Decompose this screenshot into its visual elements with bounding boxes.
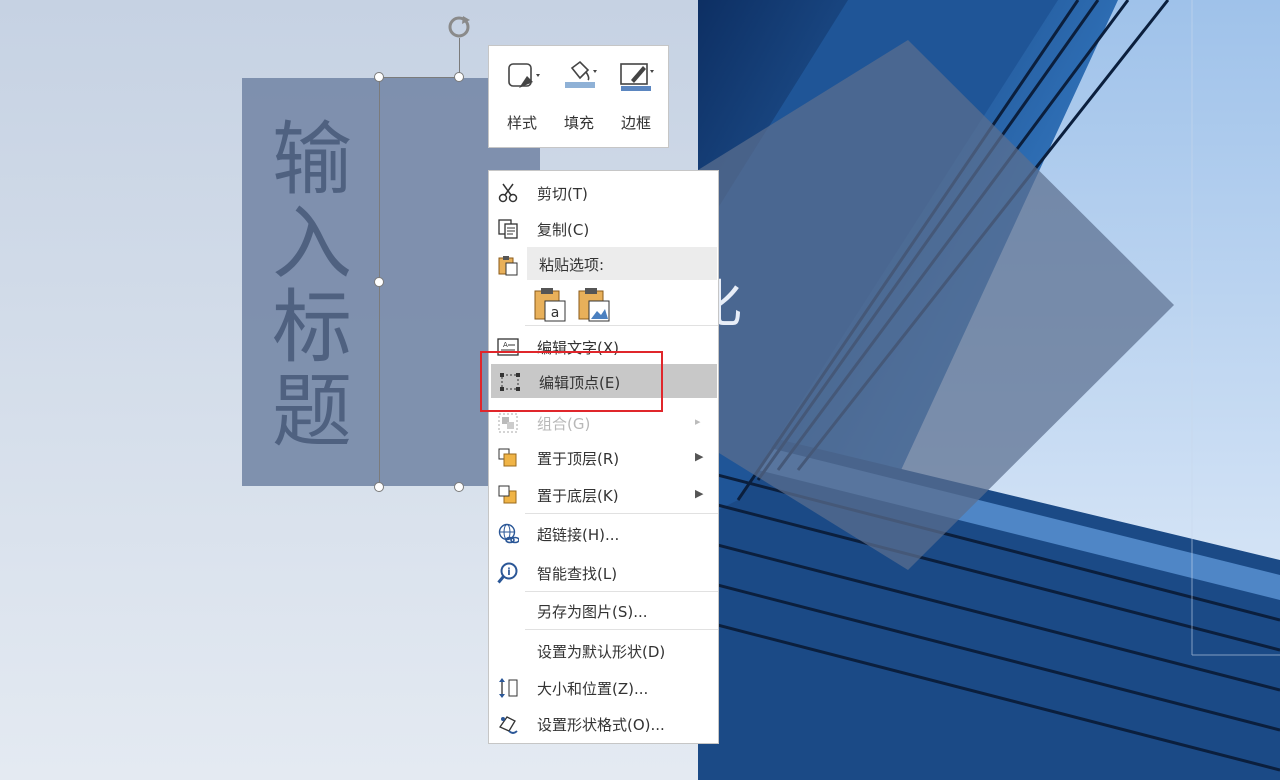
svg-text:a: a bbox=[551, 305, 560, 321]
menu-item-size-and-position[interactable]: 大小和位置(Z)... bbox=[489, 670, 718, 704]
menu-item-cut-label: 剪切(T) bbox=[537, 185, 588, 203]
resize-handle-top-left[interactable] bbox=[374, 72, 384, 82]
hyperlink-globe-icon bbox=[498, 523, 519, 544]
scissors-icon bbox=[498, 183, 518, 203]
menu-separator bbox=[525, 629, 718, 630]
group-icon bbox=[498, 413, 518, 433]
menu-item-group-label: 组合(G) bbox=[537, 415, 591, 433]
menu-item-save-as-picture-label: 另存为图片(S)... bbox=[537, 603, 648, 621]
menu-item-size-and-position-label: 大小和位置(Z)... bbox=[537, 680, 649, 698]
send-to-back-icon bbox=[498, 485, 517, 504]
menu-item-copy[interactable]: 复制(C) bbox=[489, 211, 718, 245]
style-button[interactable]: 样式 bbox=[497, 54, 547, 140]
size-and-position-icon bbox=[499, 678, 518, 698]
submenu-arrow-icon: ▶ bbox=[695, 450, 704, 463]
building-photo-graphic bbox=[698, 0, 1280, 780]
fill-button-label: 填充 bbox=[563, 114, 594, 132]
format-shape-icon bbox=[499, 716, 518, 734]
rotate-handle-icon[interactable] bbox=[446, 14, 472, 40]
resize-handle-middle-left[interactable] bbox=[374, 277, 384, 287]
menu-item-cut[interactable]: 剪切(T) bbox=[489, 175, 718, 209]
menu-item-smart-lookup-label: 智能查找(L) bbox=[537, 565, 618, 583]
resize-handle-bottom-right[interactable] bbox=[454, 482, 464, 492]
menu-item-send-to-back[interactable]: 置于底层(K) ▶ bbox=[489, 477, 718, 511]
menu-item-save-as-picture[interactable]: 另存为图片(S)... bbox=[489, 593, 718, 627]
menu-item-format-shape[interactable]: 设置形状格式(O)... bbox=[489, 706, 718, 740]
menu-item-send-to-back-label: 置于底层(K) bbox=[537, 487, 619, 505]
menu-separator bbox=[525, 513, 718, 514]
menu-item-set-default-shape-label: 设置为默认形状(D) bbox=[537, 643, 666, 661]
resize-handle-bottom-left[interactable] bbox=[374, 482, 384, 492]
context-menu: 剪切(T) 复制(C) 粘贴选项: a A 编辑文字(X) 编辑顶点(E) 组合… bbox=[488, 170, 719, 744]
submenu-arrow-icon: ▶ bbox=[695, 487, 704, 500]
fill-button[interactable]: 填充 bbox=[554, 54, 604, 140]
submenu-arrow-icon: ▸ bbox=[695, 415, 701, 428]
selection-border-top bbox=[379, 77, 461, 78]
resize-handle-top-right[interactable] bbox=[454, 72, 464, 82]
menu-item-bring-to-front[interactable]: 置于顶层(R) ▶ bbox=[489, 440, 718, 474]
bring-to-front-icon bbox=[498, 448, 517, 467]
mini-toolbar: 样式 填充 边框 bbox=[488, 45, 669, 148]
copy-icon bbox=[498, 219, 518, 239]
paste-as-picture-icon[interactable] bbox=[577, 287, 611, 323]
menu-item-set-default-shape[interactable]: 设置为默认形状(D) bbox=[489, 633, 718, 667]
paste-clipboard-icon bbox=[498, 256, 518, 276]
paste-options-header-label: 粘贴选项: bbox=[539, 256, 605, 274]
menu-item-hyperlink[interactable]: 超链接(H)... bbox=[489, 516, 718, 550]
smart-lookup-magnifier-icon: i bbox=[497, 562, 518, 584]
menu-item-format-shape-label: 设置形状格式(O)... bbox=[537, 716, 665, 734]
paste-options-header: 粘贴选项: bbox=[527, 247, 717, 280]
style-button-label: 样式 bbox=[506, 114, 537, 132]
fill-bucket-icon bbox=[565, 60, 597, 88]
slide-title-text[interactable]: 输入标题 bbox=[262, 118, 362, 454]
menu-separator bbox=[525, 325, 718, 326]
svg-text:i: i bbox=[507, 567, 510, 578]
annotation-highlight-box bbox=[480, 351, 663, 412]
menu-item-hyperlink-label: 超链接(H)... bbox=[537, 526, 620, 544]
outline-button-label: 边框 bbox=[620, 114, 651, 132]
svg-text:A: A bbox=[503, 341, 508, 349]
shape-style-icon bbox=[508, 63, 540, 88]
menu-item-smart-lookup[interactable]: i 智能查找(L) bbox=[489, 555, 718, 589]
menu-item-copy-label: 复制(C) bbox=[537, 221, 590, 239]
outline-button[interactable]: 边框 bbox=[611, 54, 661, 140]
menu-item-bring-to-front-label: 置于顶层(R) bbox=[537, 450, 620, 468]
paste-keep-text-icon[interactable]: a bbox=[533, 287, 567, 323]
slide-building-photo bbox=[698, 0, 1280, 780]
outline-pen-icon bbox=[620, 63, 654, 91]
menu-separator bbox=[525, 591, 718, 592]
